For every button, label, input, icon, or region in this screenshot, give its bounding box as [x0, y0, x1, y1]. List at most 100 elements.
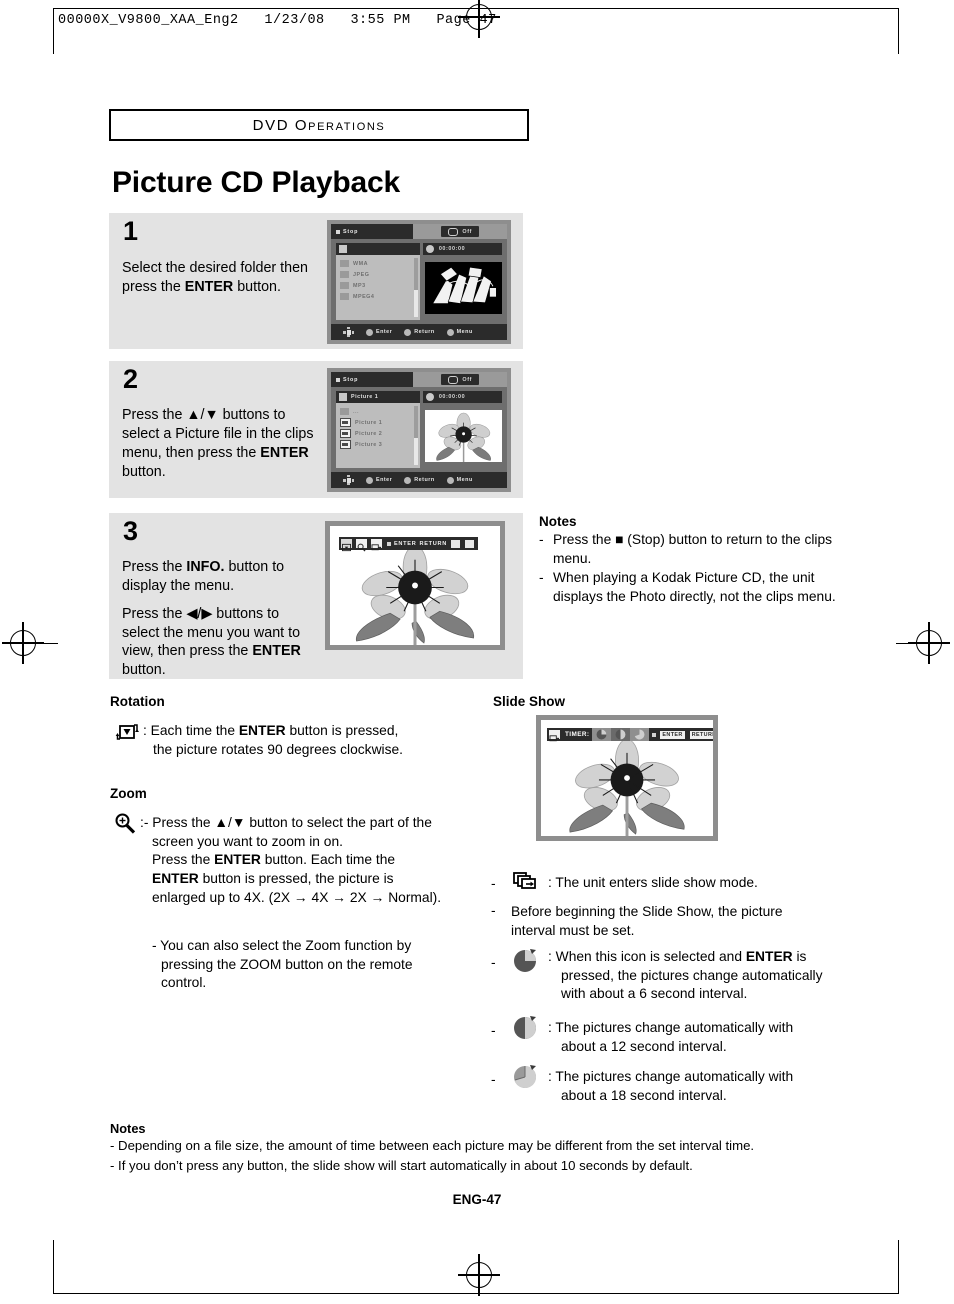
menu-button-icon	[446, 328, 454, 336]
section-header: DVD Operations	[109, 109, 529, 141]
slideshow-icon[interactable]	[370, 538, 383, 551]
list-item[interactable]: Picture 3	[340, 440, 417, 449]
dpad-hint	[343, 475, 354, 485]
repeat-icon	[448, 227, 459, 236]
zoom-line-4: enlarged up to 4X. (2X → 4X → 2X → Norma…	[152, 889, 442, 905]
pie-6s-icon	[514, 949, 536, 972]
notes-bottom-title: Notes	[110, 1121, 146, 1136]
osd-thumbnail-1	[424, 262, 502, 314]
list-item-label: MPEG4	[353, 293, 375, 300]
picture-file-icon	[340, 440, 351, 449]
osd-return-label-3: RETURN	[419, 540, 447, 547]
list-item[interactable]: MPEG4	[340, 292, 417, 301]
slideshow-item-0-dash: -	[491, 876, 496, 891]
list-item-label: JPEG	[353, 271, 370, 278]
interval-6s-option[interactable]	[592, 728, 612, 741]
osd-topbar-2: Stop Off	[331, 372, 507, 387]
list-item-parent[interactable]: ...	[340, 407, 417, 416]
slideshow-item-3-text: : The pictures change automatically with…	[548, 1020, 794, 1054]
pie-6s-icon	[596, 729, 607, 740]
osd-screen-2: Stop Off Picture 1 ... Picture 1 Picture…	[331, 372, 507, 488]
osd-repeat-pill-1: Off	[441, 226, 480, 237]
zoom-line-0: :- Press the ▲/▼ button to select the pa…	[140, 815, 432, 830]
page-content: DVD Operations Picture CD Playback 1 Sel…	[0, 0, 954, 1304]
notes-bottom: Notes - Depending on a file size, the am…	[110, 1121, 850, 1176]
osd-time-2: 00:00:00	[438, 394, 466, 400]
zoom-text: :- Press the ▲/▼ button to select the pa…	[140, 814, 480, 907]
pie-12s-icon	[615, 729, 626, 740]
zoom-line-3: ENTER button is pressed, the picture is	[152, 870, 394, 886]
return-button-icon	[404, 328, 412, 336]
thumbnail-art	[424, 262, 502, 314]
osd-info-panel-1: 00:00:00	[422, 243, 502, 320]
osd-status-label-1: Stop	[343, 228, 359, 235]
slideshow-item-2-text: : When this icon is selected and ENTER i…	[548, 949, 823, 1002]
osd-menu-hint-1: Menu	[446, 328, 473, 336]
osd-bottombar-2: Enter Return Menu	[331, 472, 507, 488]
interval-12s-option[interactable]	[611, 728, 631, 741]
osd-return-hint-1: Return	[404, 328, 435, 336]
osd-info-bar-3-hints: ENTER RETURN	[384, 539, 478, 548]
osd-status-1: Stop	[331, 224, 414, 239]
osd-file-panel-1: WMA JPEG MP3 MPEG4	[336, 243, 421, 320]
rotation-line1: : Each time the ENTER button is pressed,	[143, 723, 399, 738]
list-item[interactable]: WMA	[340, 259, 417, 268]
osd-topbar-1: Stop Off	[331, 224, 507, 239]
rotation-text: : Each time the ENTER button is pressed,…	[143, 722, 493, 759]
osd-timer-bar: TIMER: ENTER RETUR	[547, 728, 713, 742]
zoom-subnote-0: - You can also select the Zoom function …	[152, 938, 412, 953]
list-item[interactable]: MP3	[340, 281, 417, 290]
notes-bottom-item-1: - If you don’t press any button, the sli…	[110, 1157, 693, 1173]
list-item-label: Picture 2	[355, 430, 383, 437]
osd-slideshow-hints: ENTER RETURN	[649, 730, 713, 739]
timer-label: TIMER:	[565, 731, 590, 738]
skip-prev-icon[interactable]	[450, 539, 460, 548]
slideshow-item-1-text: Before beginning the Slide Show, the pic…	[511, 904, 783, 938]
interval-18s-option[interactable]	[630, 728, 650, 741]
slideshow-item-2-dash: -	[491, 955, 496, 970]
osd-return-label-ss: RETURN	[689, 730, 713, 739]
osd-info-panel-2: 00:00:00	[422, 391, 502, 468]
osd-enter-label-3: ENTER	[394, 540, 417, 547]
rotation-heading: Rotation	[110, 694, 165, 709]
osd-status-label-2: Stop	[343, 376, 359, 383]
dpad-icon	[343, 475, 354, 485]
folder-icon	[340, 260, 349, 267]
page-footer: ENG-47	[452, 1192, 502, 1207]
osd-filelist-2: ... Picture 1 Picture 2 Picture 3	[336, 403, 421, 468]
clock-icon	[425, 393, 434, 401]
osd-repeat-pill-2: Off	[441, 374, 480, 385]
scrollbar[interactable]	[414, 406, 419, 465]
step-number-2: 2	[123, 364, 139, 394]
stop-icon	[336, 377, 340, 382]
osd-screen-3: ENTER RETURN	[330, 526, 500, 645]
skip-next-icon[interactable]	[464, 539, 474, 548]
step-text-3: Press the INFO. button to display the me…	[122, 559, 301, 679]
zoom-subnote: - You can also select the Zoom function …	[152, 937, 482, 993]
list-item[interactable]: Picture 1	[340, 418, 417, 427]
scrollbar[interactable]	[414, 258, 419, 317]
list-item[interactable]: JPEG	[340, 270, 417, 279]
osd-menu-label-1: Menu	[456, 329, 473, 335]
osd-return-label-1: Return	[414, 329, 435, 335]
rotate-icon[interactable]	[340, 538, 353, 552]
osd-menu-hint-2: Menu	[446, 476, 473, 484]
note-item: - Press the ■ (Stop) button to return to …	[539, 531, 839, 568]
slideshow-item-4-text: : The pictures change automatically with…	[548, 1069, 794, 1103]
osd-enter-label-ss: ENTER	[660, 730, 685, 739]
zoom-icon[interactable]	[355, 538, 368, 552]
osd-screen-1: Stop Off WMA JPEG MP3 MPEG4 00:00:00 Ent…	[331, 224, 507, 340]
stop-icon	[652, 732, 657, 737]
slideshow-icon[interactable]	[548, 729, 561, 742]
osd-filelist-1: WMA JPEG MP3 MPEG4	[336, 255, 421, 320]
pie-18s-icon	[514, 1065, 537, 1088]
picture-file-icon	[340, 429, 351, 438]
osd-enter-hint-2: Enter	[366, 476, 392, 484]
picture-file-icon	[340, 418, 351, 427]
osd-info-bar-3: ENTER RETURN	[339, 537, 478, 552]
step-text-1: Select the desired folder then press the…	[122, 260, 308, 295]
speaker-icon	[339, 245, 347, 253]
list-item-label: WMA	[353, 260, 368, 267]
list-item[interactable]: Picture 2	[340, 429, 417, 438]
dpad-icon	[343, 327, 354, 337]
